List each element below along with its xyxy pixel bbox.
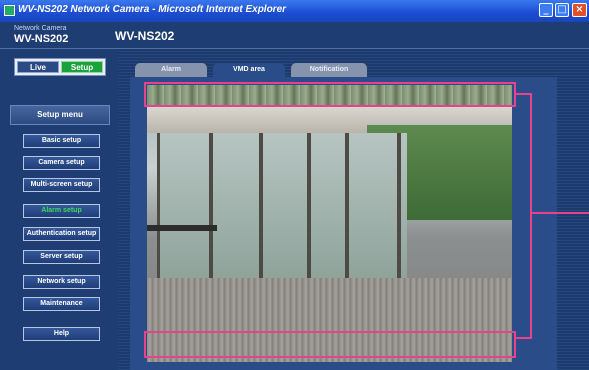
multi-screen-setup-button[interactable]: Multi-screen setup xyxy=(23,178,100,192)
door-frame xyxy=(345,133,349,278)
network-camera-label: Network Camera xyxy=(14,25,67,32)
live-button[interactable]: Live xyxy=(17,61,59,73)
browser-window: WV-NS202 Network Camera - Microsoft Inte… xyxy=(0,0,589,370)
app-icon xyxy=(4,5,15,16)
setup-menu-title: Setup menu xyxy=(10,105,110,125)
camera-setup-button[interactable]: Camera setup xyxy=(23,156,100,170)
glass-doors xyxy=(157,133,407,278)
network-setup-button[interactable]: Network setup xyxy=(23,275,100,289)
door-frame xyxy=(307,133,311,278)
tab-vmd-area[interactable]: VMD area xyxy=(213,63,285,77)
basic-setup-button[interactable]: Basic setup xyxy=(23,134,100,148)
tab-alarm[interactable]: Alarm xyxy=(135,63,207,77)
alarm-setup-button[interactable]: Alarm setup xyxy=(23,204,100,218)
door-frame xyxy=(259,133,263,278)
camera-image[interactable] xyxy=(147,85,512,362)
door-frame xyxy=(157,133,160,278)
tab-notification[interactable]: Notification xyxy=(291,63,367,77)
mode-switch: Live Setup xyxy=(14,58,106,76)
handrail xyxy=(147,225,217,231)
camera-header: Network Camera WV-NS202 WV-NS202 xyxy=(0,22,589,49)
close-icon[interactable]: × xyxy=(572,3,587,17)
authentication-setup-button[interactable]: Authentication setup xyxy=(23,227,100,241)
sidebar: Live Setup Setup menu Basic setup Camera… xyxy=(0,49,118,370)
model-name-left: WV-NS202 xyxy=(14,33,69,45)
minimize-icon[interactable]: _ xyxy=(539,3,553,17)
setup-button[interactable]: Setup xyxy=(61,61,103,73)
door-frame xyxy=(397,133,401,278)
vmd-area-bottom-box[interactable] xyxy=(144,331,516,358)
help-button[interactable]: Help xyxy=(23,327,100,341)
model-name-title: WV-NS202 xyxy=(115,29,175,43)
door-frame xyxy=(209,133,213,278)
title-bar: WV-NS202 Network Camera - Microsoft Inte… xyxy=(0,0,589,22)
maximize-icon[interactable]: □ xyxy=(555,3,569,17)
window-title: WV-NS202 Network Camera - Microsoft Inte… xyxy=(18,4,287,15)
vmd-area-top-box[interactable] xyxy=(144,82,516,107)
maintenance-button[interactable]: Maintenance xyxy=(23,297,100,311)
server-setup-button[interactable]: Server setup xyxy=(23,250,100,264)
callout-line xyxy=(530,93,532,338)
callout-line xyxy=(530,212,589,214)
